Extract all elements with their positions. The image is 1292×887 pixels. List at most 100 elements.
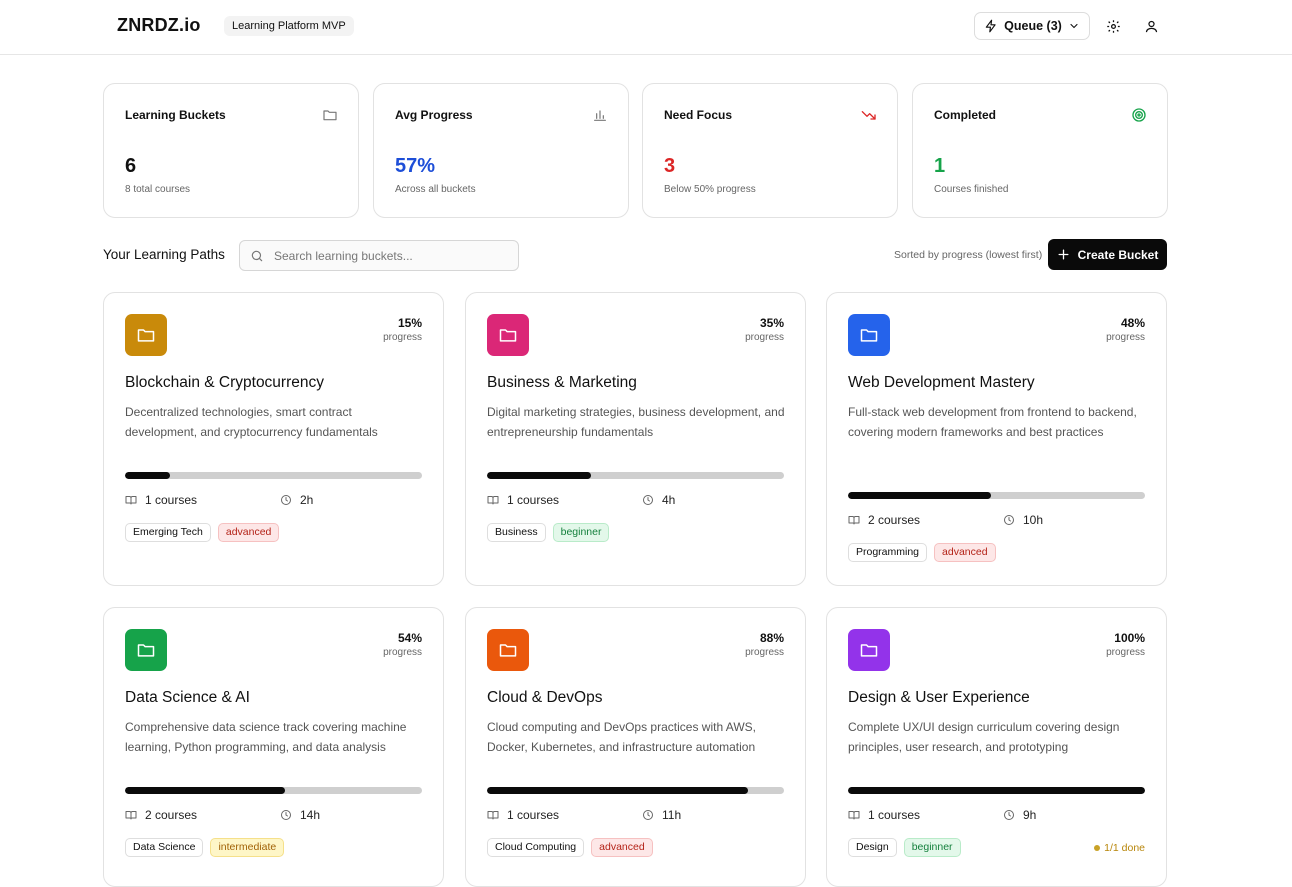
bucket-title[interactable]: Blockchain & Cryptocurrency [125,374,324,392]
bucket-icon-tile [487,314,529,356]
bucket-description: Full-stack web development from frontend… [848,405,1137,439]
bucket-progress-caption: progress [383,647,422,658]
bucket-meta: 1 courses 2h [125,493,425,507]
stat-card-completed: Completed 1 Courses finished [912,83,1168,218]
bucket-meta: 2 courses 10h [848,513,1148,527]
bucket-progress-percent: 88% [759,631,784,645]
bucket-description: Comprehensive data science track coverin… [125,720,407,754]
bucket-description: Complete UX/UI design curriculum coverin… [848,720,1120,754]
book-icon [487,811,499,820]
category-tag: Programming [848,543,928,562]
bucket-progress-bar [125,472,422,479]
bucket-courses-label: 2 courses [868,513,921,527]
clock-icon [643,810,653,820]
search-box[interactable] [239,240,519,271]
category-tag: Business [487,523,546,542]
stat-subtext: Below 50% progress [664,184,756,195]
stat-value: 3 [664,155,676,177]
bucket-icon-tile [125,314,167,356]
stat-value: 1 [934,155,946,177]
settings-button[interactable] [1103,16,1123,36]
bucket-courses-label: 2 courses [145,808,198,822]
bucket-duration: 10h [1003,513,1043,527]
stat-label: Learning Buckets [125,108,226,122]
queue-button[interactable]: Queue (3) [974,12,1090,40]
level-tag: advanced [217,523,280,542]
bucket-courses-label: 1 courses [145,493,198,507]
bucket-card[interactable]: 88% progress Cloud & DevOps Cloud computing… [465,607,806,887]
sort-status: Sorted by progress (lowest first) [894,249,1043,261]
folder-icon [860,329,878,342]
folder-icon [137,329,155,342]
bucket-progress-fill [848,787,1145,794]
bucket-courses: 1 courses [487,808,559,822]
clock-icon [643,495,653,505]
book-icon [125,811,137,820]
bucket-progress-percent: 35% [759,316,784,330]
book-icon [848,811,860,820]
bucket-icon-tile [848,629,890,671]
bucket-progress-caption: progress [1106,647,1145,658]
bucket-duration-label: 4h [662,493,676,507]
bucket-tags: Programming advanced [848,543,996,562]
done-dot [1094,845,1101,851]
book-icon [848,516,860,525]
bucket-progress-bar [848,492,1145,499]
top-bar: ZNRDZ.io Learning Platform MVP Queue (3) [0,0,1292,55]
bucket-progress-fill [125,472,170,479]
book-icon [487,496,499,505]
bucket-title[interactable]: Data Science & AI [125,689,250,707]
bucket-card[interactable]: 54% progress Data Science & AI Comprehensiv… [103,607,444,887]
bucket-progress-fill [848,492,991,499]
create-bucket-button[interactable]: Create Bucket [1048,239,1167,270]
bucket-meta: 2 courses 14h [125,808,425,822]
bucket-progress-caption: progress [383,332,422,343]
bucket-duration: 2h [280,493,313,507]
bucket-duration-label: 9h [1023,808,1037,822]
bucket-title[interactable]: Design & User Experience [848,689,1030,707]
bucket-card[interactable]: 35% progress Business & Marketing Digital m… [465,292,806,586]
level-tag: intermediate [210,838,285,857]
bucket-description: Cloud computing and DevOps practices wit… [487,720,757,754]
bucket-courses-label: 1 courses [868,808,921,822]
bucket-progress-percent: 15% [397,316,422,330]
bucket-title[interactable]: Web Development Mastery [848,374,1035,392]
bucket-progress-percent: 100% [1114,631,1145,645]
plus-icon [1058,249,1069,260]
folder-icon [323,110,337,121]
stat-value: 57% [395,155,436,177]
folder-icon [499,329,517,342]
bucket-progress-bar [487,472,784,479]
trending-down-icon [861,111,876,120]
bucket-courses: 1 courses [125,493,197,507]
bucket-meta: 1 courses 4h [487,493,787,507]
section-title: Your Learning Paths [103,247,225,262]
clock-icon [281,810,291,820]
stat-subtext: 8 total courses [125,184,191,195]
search-input[interactable] [274,241,514,270]
bucket-progress-bar [848,787,1145,794]
stat-card-need-focus: Need Focus 3 Below 50% progress [642,83,898,218]
book-icon [125,496,137,505]
bucket-duration: 4h [642,493,675,507]
bucket-card[interactable]: 15% progress Blockchain & Cryptocurrency De… [103,292,444,586]
profile-button[interactable] [1141,16,1161,36]
category-tag: Cloud Computing [487,838,585,857]
bucket-courses: 1 courses [848,808,920,822]
bucket-courses: 2 courses [125,808,197,822]
bucket-card[interactable]: 100% progress Design & User Experience Comp… [826,607,1167,887]
clock-icon [1004,810,1014,820]
bucket-tags: Design beginner [848,838,961,857]
bucket-card[interactable]: 48% progress Web Development Mastery Full-s… [826,292,1167,586]
bucket-meta: 1 courses 11h [487,808,787,822]
stat-label: Need Focus [664,108,733,122]
app-logo[interactable]: ZNRDZ.io [117,15,201,36]
bucket-icon-tile [487,629,529,671]
category-tag: Data Science [125,838,204,857]
bucket-title[interactable]: Business & Marketing [487,374,637,392]
lightning-icon [985,19,996,33]
bucket-done-label: 1/1 done [1104,842,1145,854]
bucket-courses-label: 1 courses [507,808,560,822]
bucket-title[interactable]: Cloud & DevOps [487,689,602,707]
search-icon [251,250,263,262]
